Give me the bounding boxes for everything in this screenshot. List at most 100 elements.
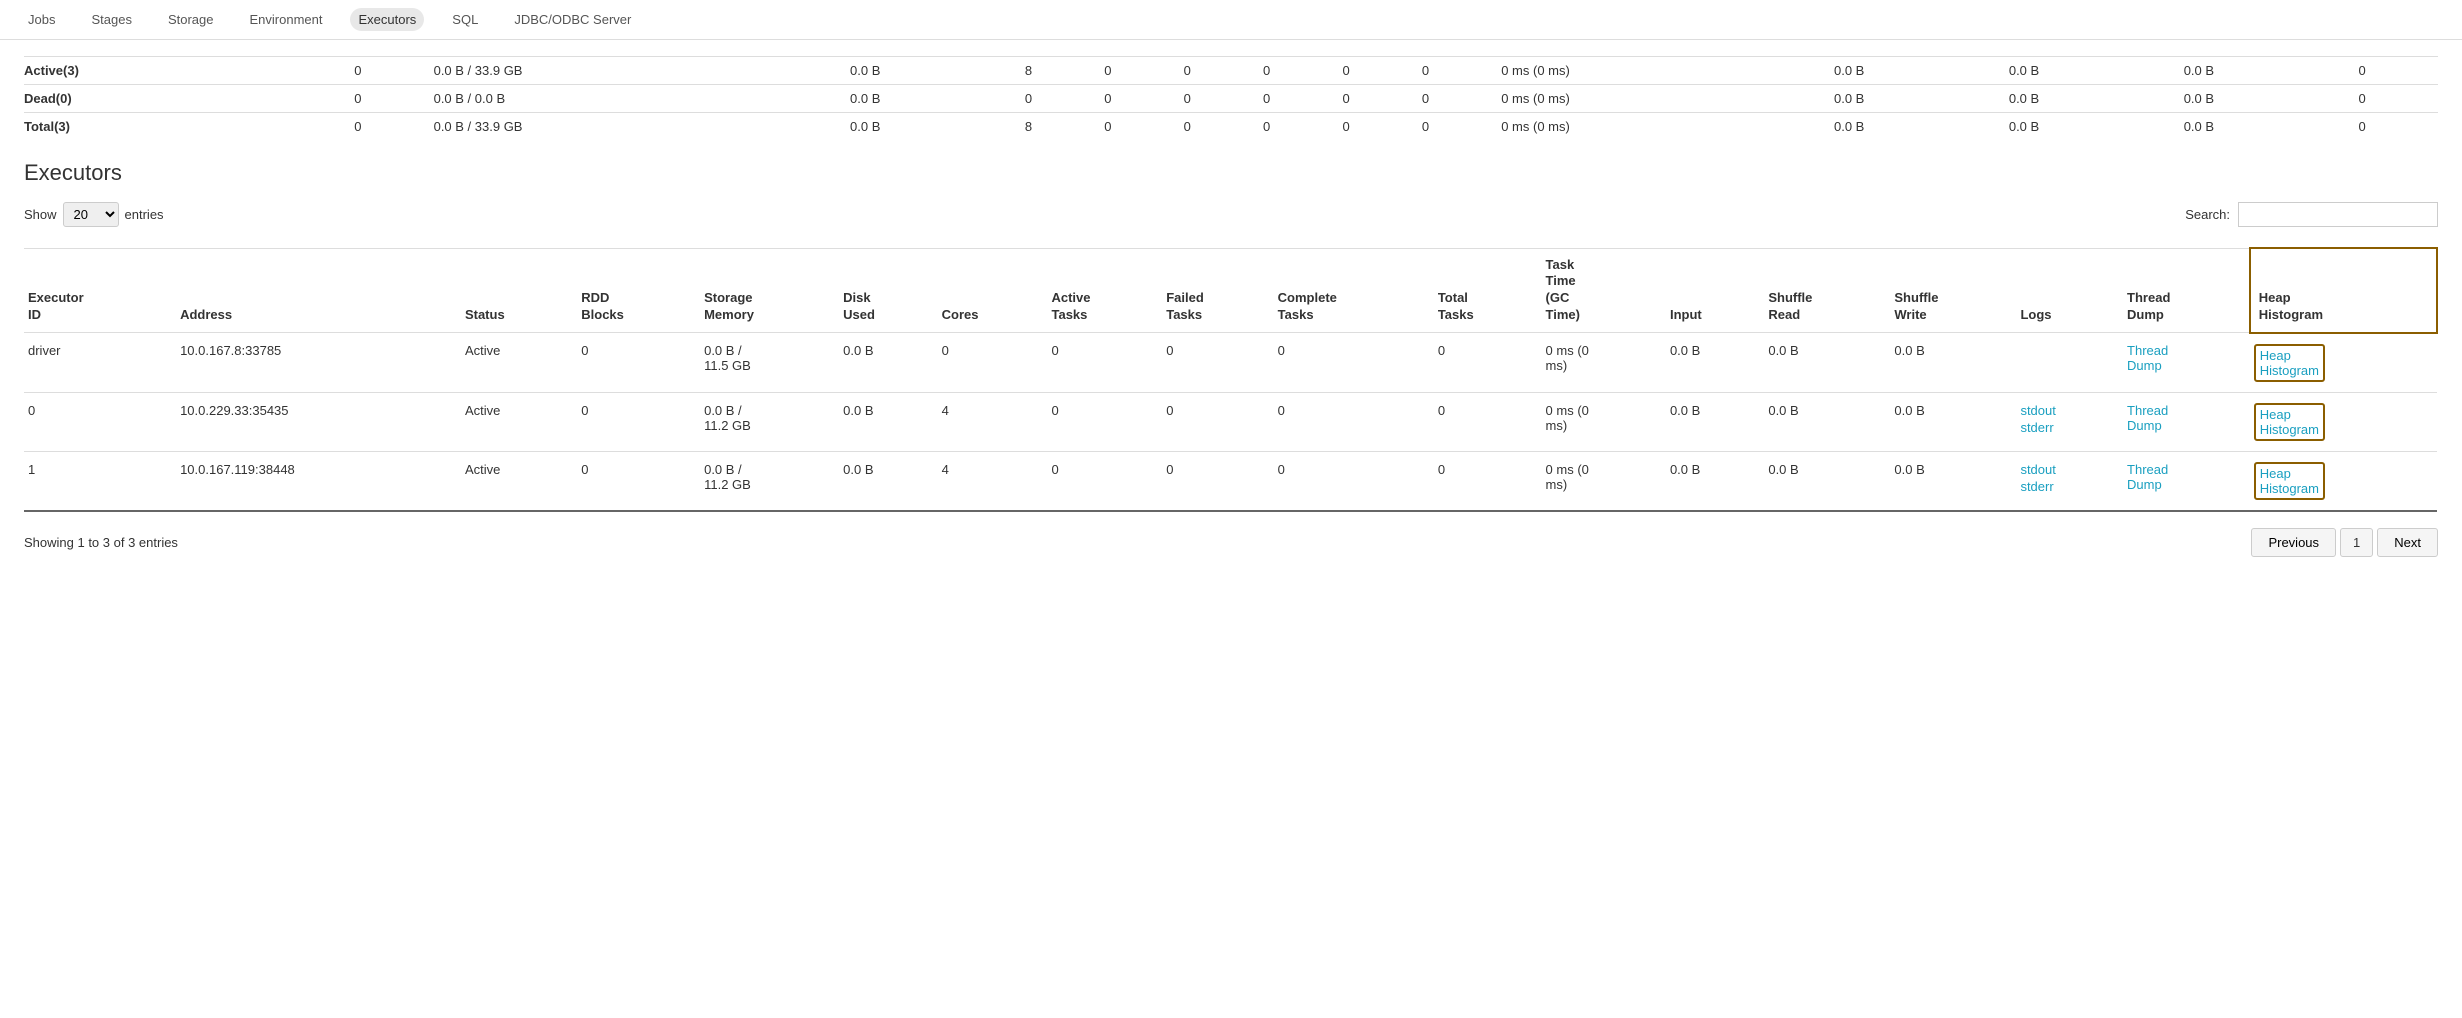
table-cell: 0 (1274, 333, 1434, 393)
summary-cell: 0 (1184, 113, 1263, 141)
summary-cell: 8 (1025, 113, 1104, 141)
summary-cell: 0.0 B (850, 113, 1025, 141)
summary-cell: 0.0 B (2009, 85, 2184, 113)
summary-cell: 0.0 B (1834, 113, 2009, 141)
table-cell: 0 (938, 333, 1048, 393)
table-cell: 0 (1274, 451, 1434, 511)
nav-item-storage[interactable]: Storage (160, 8, 222, 31)
summary-cell: 0.0 B (1834, 57, 2009, 85)
table-cell: 0 (1162, 451, 1273, 511)
table-cell: 0 (1162, 333, 1273, 393)
nav-item-sql[interactable]: SQL (444, 8, 486, 31)
table-cell: 4 (938, 392, 1048, 451)
log-link-stderr[interactable]: stderr (2020, 420, 2115, 435)
table-cell: driver (24, 333, 176, 393)
col-header-cores: Cores (938, 248, 1048, 333)
summary-cell: 8 (1025, 57, 1104, 85)
nav-item-environment[interactable]: Environment (242, 8, 331, 31)
table-cell: Active (461, 333, 577, 393)
table-cell: 0 (1434, 333, 1542, 393)
summary-cell: 0 ms (0 ms) (1501, 57, 1834, 85)
summary-cell: 0 (354, 57, 433, 85)
show-label: Show (24, 207, 57, 222)
entries-select[interactable]: 20 40 60 100 (63, 202, 119, 227)
table-cell: 0.0 B (1764, 333, 1890, 393)
section-title: Executors (24, 160, 2438, 186)
table-cell: 0 (1047, 333, 1162, 393)
table-cell: 0 (24, 392, 176, 451)
col-header-address: Address (176, 248, 461, 333)
table-cell: Heap Histogram (2250, 333, 2437, 393)
summary-cell: Dead(0) (24, 85, 354, 113)
table-cell: 0.0 B (1666, 333, 1764, 393)
nav-bar: Jobs Stages Storage Environment Executor… (0, 0, 2462, 40)
table-cell: 0.0 B / 11.5 GB (700, 333, 839, 393)
col-header-input: Input (1666, 248, 1764, 333)
col-header-shuffle-write: Shuffle Write (1890, 248, 2016, 333)
summary-cell: 0 (2359, 113, 2438, 141)
pagination: Previous 1 Next (2251, 528, 2438, 557)
nav-item-jdbc[interactable]: JDBC/ODBC Server (506, 8, 639, 31)
thread-dump-link[interactable]: Thread Dump (2127, 403, 2168, 433)
summary-cell: Total(3) (24, 113, 354, 141)
summary-cell: 0 (1025, 85, 1104, 113)
summary-cell: Active(3) (24, 57, 354, 85)
table-cell: 0 (577, 333, 700, 393)
table-cell: Heap Histogram (2250, 392, 2437, 451)
next-button[interactable]: Next (2377, 528, 2438, 557)
entries-label: entries (125, 207, 164, 222)
summary-cell: 0.0 B / 33.9 GB (434, 113, 850, 141)
summary-cell: 0.0 B (2184, 57, 2359, 85)
col-header-logs: Logs (2016, 248, 2123, 333)
heap-histogram-link[interactable]: Heap Histogram (2254, 403, 2325, 441)
summary-cell: 0 (1342, 57, 1421, 85)
nav-item-stages[interactable]: Stages (83, 8, 139, 31)
log-link-stdout[interactable]: stdout (2020, 462, 2115, 477)
table-cell: 0.0 B (1890, 392, 2016, 451)
table-cell: 0.0 B (839, 333, 937, 393)
summary-cell: 0 (1263, 85, 1342, 113)
summary-cell: 0 (1104, 113, 1183, 141)
table-cell: Active (461, 392, 577, 451)
table-cell: Thread Dump (2123, 392, 2250, 451)
col-header-total-tasks: Total Tasks (1434, 248, 1542, 333)
summary-cell: 0 (1263, 113, 1342, 141)
table-cell: 0.0 B (1764, 392, 1890, 451)
show-entries-group: Show 20 40 60 100 entries (24, 202, 164, 227)
nav-item-executors[interactable]: Executors (350, 8, 424, 31)
page-number: 1 (2340, 528, 2373, 557)
summary-cell: 0 (2359, 85, 2438, 113)
summary-cell: 0 (1422, 85, 1501, 113)
col-header-heap-histogram: Heap Histogram (2250, 248, 2437, 333)
table-cell: 0 (1162, 392, 1273, 451)
summary-cell: 0 (1104, 85, 1183, 113)
table-cell: 0 (1047, 451, 1162, 511)
table-cell: 10.0.167.8:33785 (176, 333, 461, 393)
table-cell: 0.0 B (1764, 451, 1890, 511)
table-cell: 0.0 B (1666, 451, 1764, 511)
log-link-stdout[interactable]: stdout (2020, 403, 2115, 418)
log-link-stderr[interactable]: stderr (2020, 479, 2115, 494)
table-cell: 0 ms (0 ms) (1542, 333, 1666, 393)
table-cell: 10.0.229.33:35435 (176, 392, 461, 451)
heap-histogram-link[interactable]: Heap Histogram (2254, 344, 2325, 382)
search-input[interactable] (2238, 202, 2438, 227)
main-content: Active(3)00.0 B / 33.9 GB0.0 B8000000 ms… (0, 40, 2462, 581)
col-header-rdd-blocks: RDD Blocks (577, 248, 700, 333)
controls-row: Show 20 40 60 100 entries Search: (24, 202, 2438, 227)
table-cell: 0.0 B (1666, 392, 1764, 451)
heap-histogram-link[interactable]: Heap Histogram (2254, 462, 2325, 500)
thread-dump-link[interactable]: Thread Dump (2127, 462, 2168, 492)
nav-item-jobs[interactable]: Jobs (20, 8, 63, 31)
thread-dump-link[interactable]: Thread Dump (2127, 343, 2168, 373)
summary-cell: 0 (1184, 57, 1263, 85)
col-header-disk-used: Disk Used (839, 248, 937, 333)
table-cell: 0 (577, 451, 700, 511)
previous-button[interactable]: Previous (2251, 528, 2336, 557)
table-cell: 4 (938, 451, 1048, 511)
table-row: 110.0.167.119:38448Active00.0 B / 11.2 G… (24, 451, 2437, 511)
table-cell: 0.0 B (1890, 451, 2016, 511)
col-header-task-time-(gc-time): Task Time (GC Time) (1542, 248, 1666, 333)
col-header-shuffle-read: Shuffle Read (1764, 248, 1890, 333)
table-cell: 0.0 B (839, 451, 937, 511)
